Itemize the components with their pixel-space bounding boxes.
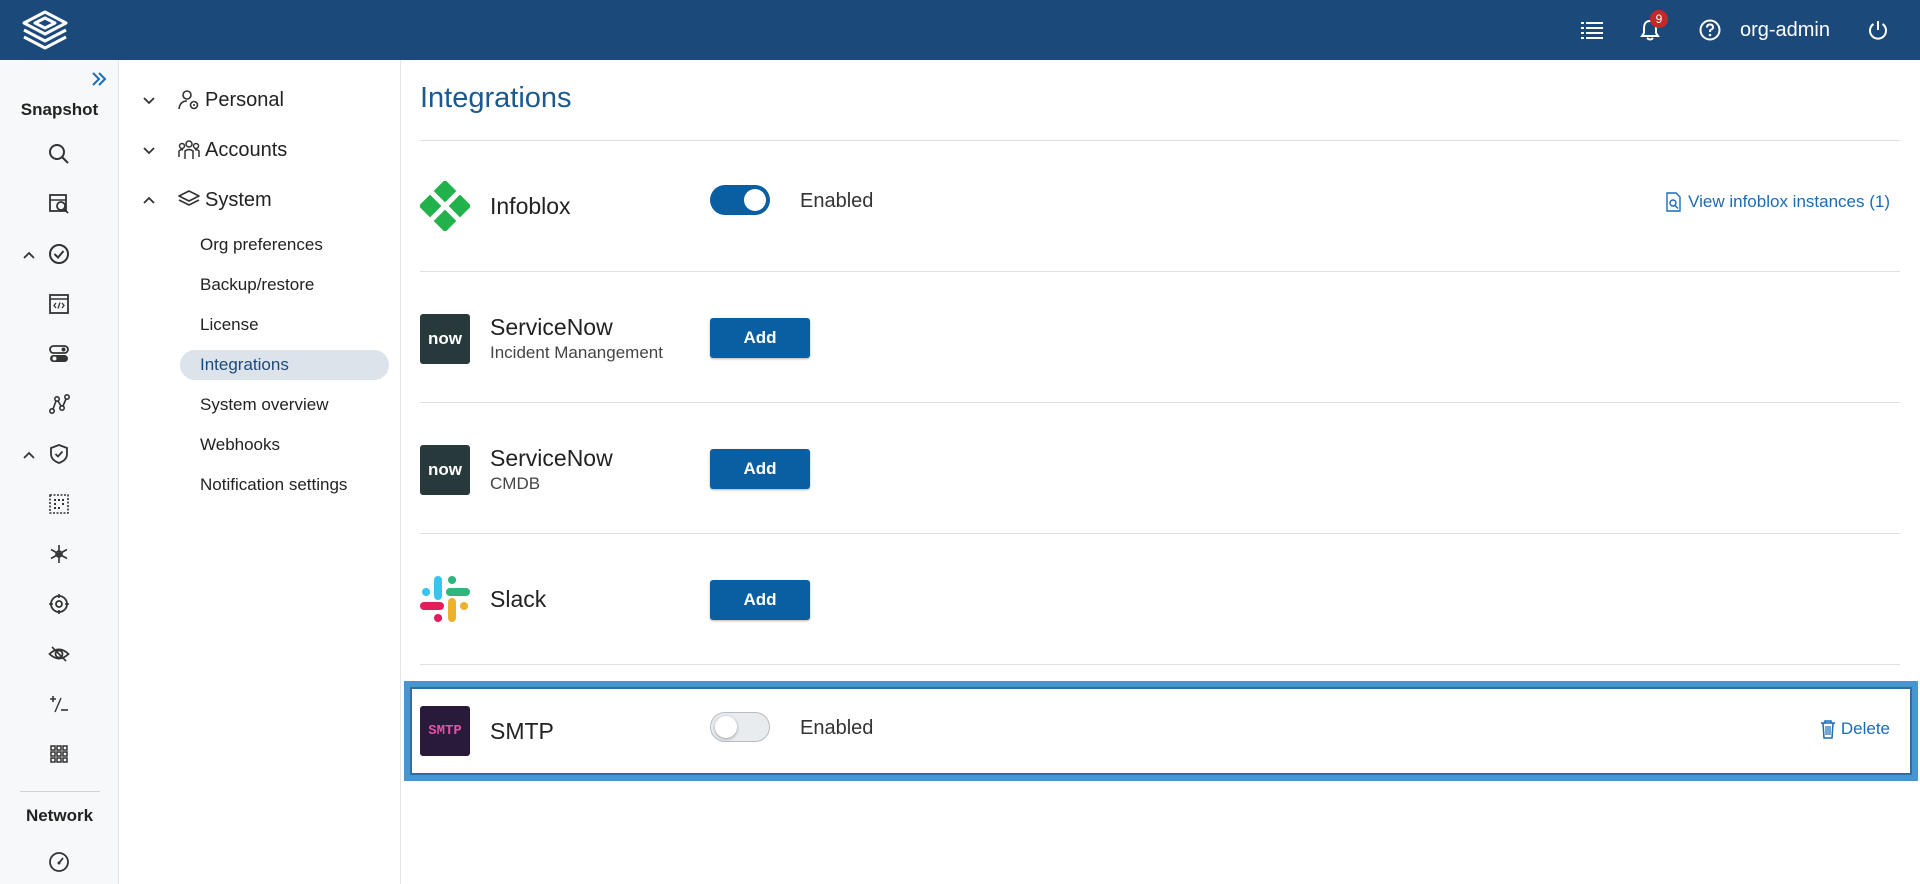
chevron-up-icon[interactable] — [22, 248, 36, 262]
nav-group-label: System — [205, 188, 272, 211]
rail-section-snapshot: Snapshot — [20, 100, 99, 119]
servicenow-logo-text: now — [428, 329, 462, 348]
add-slack-button[interactable]: Add — [710, 580, 810, 620]
user-menu[interactable]: org-admin — [1740, 19, 1830, 42]
target-settings-icon[interactable] — [47, 592, 71, 616]
integration-row-slack: Slack Add — [420, 534, 1900, 634]
grid-dots-icon[interactable] — [47, 492, 71, 516]
trash-icon — [1820, 720, 1835, 739]
divider — [420, 664, 1900, 665]
infoblox-enabled-toggle[interactable] — [710, 185, 770, 215]
inventory-search-icon[interactable] — [47, 192, 71, 216]
layers-icon — [178, 190, 200, 206]
integration-subtitle: CMDB — [490, 474, 541, 493]
nav-item-integrations[interactable]: Integrations — [180, 350, 389, 380]
bell-icon[interactable]: 9 — [1638, 10, 1668, 42]
users-icon — [178, 140, 200, 159]
dashboard-gauge-icon[interactable] — [47, 850, 71, 874]
integration-row-servicenow-cmdb: now ServiceNow CMDB Add — [420, 403, 1900, 503]
slack-logo-icon — [420, 576, 470, 622]
chevron-down-icon[interactable] — [142, 143, 156, 157]
view-instances-link[interactable]: View infoblox instances (1) — [1664, 192, 1890, 212]
nav-item-org-preferences[interactable]: Org preferences — [180, 230, 389, 260]
nav-group-label: Personal — [205, 88, 284, 111]
nav-group-personal[interactable]: Personal — [120, 85, 401, 115]
infoblox-logo-icon — [420, 181, 470, 231]
rail-divider — [20, 791, 100, 792]
toggles-icon[interactable] — [47, 342, 71, 366]
delete-label: Delete — [1840, 719, 1890, 738]
chevron-up-icon[interactable] — [142, 193, 156, 207]
icon-rail: Snapshot Network — [0, 60, 119, 884]
servicenow-logo-icon: now — [420, 445, 470, 495]
settings-nav: Personal Accounts System Org preferences… — [120, 60, 401, 884]
delete-smtp-link[interactable]: Delete — [1819, 719, 1890, 739]
nav-group-accounts[interactable]: Accounts — [120, 135, 401, 165]
nav-item-backup-restore[interactable]: Backup/restore — [180, 270, 389, 300]
expand-icon[interactable] — [90, 70, 108, 93]
code-file-icon[interactable] — [47, 292, 71, 316]
path-icon[interactable] — [47, 392, 71, 416]
check-circle-icon[interactable] — [47, 242, 71, 266]
search-icon[interactable] — [47, 142, 71, 166]
integration-row-servicenow-incident: now ServiceNow Incident Manangement Add — [420, 272, 1900, 372]
add-servicenow-cmdb-button[interactable]: Add — [710, 449, 810, 489]
integration-row-smtp: SMTP SMTP Enabled Delete — [420, 666, 1900, 766]
toggle-knob — [715, 716, 737, 738]
notification-badge: 9 — [1649, 10, 1668, 28]
app-logo-icon[interactable] — [18, 9, 72, 51]
toggle-knob — [744, 189, 766, 211]
shield-check-icon[interactable] — [47, 442, 71, 466]
add-servicenow-incident-button[interactable]: Add — [710, 318, 810, 358]
nav-group-label: Accounts — [205, 138, 288, 161]
chevron-up-icon[interactable] — [22, 448, 36, 462]
top-bar: 9 org-admin — [0, 0, 1920, 60]
nav-item-system-overview[interactable]: System overview — [180, 390, 389, 420]
eye-icon[interactable] — [47, 642, 71, 666]
help-icon[interactable] — [1698, 18, 1722, 42]
integration-row-infoblox: Infoblox Enabled View infoblox instances… — [420, 141, 1900, 241]
plus-minus-icon[interactable] — [47, 692, 71, 716]
toggle-label: Enabled — [800, 190, 874, 212]
integration-name: ServiceNow — [490, 314, 613, 340]
chevron-down-icon[interactable] — [142, 93, 156, 107]
page-title: Integrations — [420, 82, 572, 114]
nav-item-license[interactable]: License — [180, 310, 389, 340]
rail-section-network: Network — [25, 806, 94, 825]
integration-name: ServiceNow — [490, 445, 613, 471]
smtp-logo-icon: SMTP — [420, 706, 470, 756]
nav-group-system[interactable]: System — [120, 185, 401, 215]
nav-item-webhooks[interactable]: Webhooks — [180, 430, 389, 460]
integration-name: SMTP — [490, 718, 554, 744]
main-content: Integrations Infoblox Enabled View infob… — [402, 60, 1920, 884]
list-icon[interactable] — [1580, 18, 1604, 42]
integration-name: Infoblox — [490, 193, 571, 219]
toggle-label: Enabled — [800, 717, 874, 739]
nav-item-notification-settings[interactable]: Notification settings — [180, 470, 389, 500]
servicenow-logo-icon: now — [420, 314, 470, 364]
document-search-icon — [1666, 192, 1681, 212]
integration-name: Slack — [490, 586, 547, 612]
user-settings-icon — [178, 90, 199, 110]
servicenow-logo-text: now — [428, 460, 462, 479]
apps-grid-icon[interactable] — [47, 742, 71, 766]
snowflake-icon[interactable] — [47, 542, 71, 566]
smtp-enabled-toggle[interactable] — [710, 712, 770, 742]
view-instances-label: View infoblox instances (1) — [1688, 192, 1890, 211]
smtp-logo-text: SMTP — [428, 723, 462, 739]
power-icon[interactable] — [1866, 18, 1890, 42]
integration-subtitle: Incident Manangement — [490, 343, 663, 362]
